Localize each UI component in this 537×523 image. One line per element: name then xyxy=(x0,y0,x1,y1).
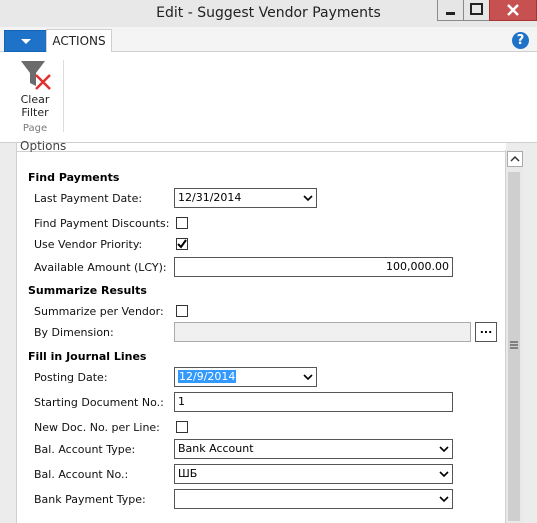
starting-document-no-label: Starting Document No.: xyxy=(34,396,164,409)
new-doc-per-line-checkbox[interactable] xyxy=(176,421,188,433)
chevron-down-icon xyxy=(439,446,449,453)
ribbon xyxy=(0,52,537,143)
bal-account-no-label: Bal. Account No.: xyxy=(34,468,129,481)
starting-document-no-field[interactable]: 1 xyxy=(174,392,453,412)
use-vendor-priority-label: Use Vendor Priority: xyxy=(34,238,143,251)
use-vendor-priority-checkbox[interactable] xyxy=(176,238,188,250)
ribbon-group-label: Page xyxy=(22,123,48,134)
options-divider xyxy=(16,151,505,152)
last-payment-date-field[interactable]: 12/31/2014 xyxy=(174,188,317,208)
last-payment-date-label: Last Payment Date: xyxy=(34,192,143,205)
ribbon-group-divider xyxy=(63,60,64,132)
chevron-down-icon xyxy=(439,496,449,503)
close-button[interactable] xyxy=(489,0,537,21)
chevron-down-icon xyxy=(303,195,313,202)
close-icon xyxy=(507,4,519,16)
by-dimension-lookup-button[interactable]: ... xyxy=(475,322,497,342)
checkmark-icon xyxy=(177,239,187,249)
bal-account-no-value: ШБ xyxy=(178,467,198,480)
summarize-per-vendor-label: Summarize per Vendor: xyxy=(34,305,164,318)
bal-account-type-label: Bal. Account Type: xyxy=(34,443,136,456)
maximize-icon xyxy=(470,3,483,15)
by-dimension-field[interactable] xyxy=(174,322,471,342)
last-payment-date-value: 12/31/2014 xyxy=(178,191,242,204)
posting-date-label: Posting Date: xyxy=(34,371,108,384)
posting-date-field[interactable]: 12/9/2014 xyxy=(174,367,317,387)
posting-date-value: 12/9/2014 xyxy=(178,370,237,383)
by-dimension-label: By Dimension: xyxy=(34,326,114,339)
chevron-down-icon xyxy=(439,471,449,478)
bank-payment-type-select[interactable] xyxy=(174,489,453,509)
minimize-button[interactable] xyxy=(437,0,464,21)
section-fill-journal-lines: Fill in Journal Lines xyxy=(28,350,147,363)
summarize-per-vendor-checkbox[interactable] xyxy=(176,305,188,317)
new-doc-per-line-label: New Doc. No. per Line: xyxy=(34,421,160,434)
section-find-payments: Find Payments xyxy=(28,171,120,184)
find-payment-discounts-checkbox[interactable] xyxy=(176,217,188,229)
minimize-icon xyxy=(446,12,455,15)
dropdown-icon xyxy=(21,39,31,44)
clear-filter-icon xyxy=(21,61,51,90)
bank-payment-type-label: Bank Payment Type: xyxy=(34,493,146,506)
bal-account-no-field[interactable]: ШБ xyxy=(174,464,453,484)
available-amount-value: 100,000.00 xyxy=(386,260,449,273)
chevron-down-icon xyxy=(303,374,313,381)
options-title: Options xyxy=(20,141,67,152)
chevron-up-icon xyxy=(510,155,520,162)
tab-actions[interactable]: ACTIONS xyxy=(46,29,112,54)
find-payment-discounts-label: Find Payment Discounts: xyxy=(34,217,170,230)
scroll-up-button[interactable] xyxy=(507,151,523,167)
clear-filter-label: Clear Filter xyxy=(20,93,50,119)
maximize-button[interactable] xyxy=(463,0,490,21)
grip-icon xyxy=(510,341,518,349)
available-amount-field[interactable]: 100,000.00 xyxy=(174,257,453,277)
section-summarize-results: Summarize Results xyxy=(28,284,147,297)
bal-account-type-select[interactable]: Bank Account xyxy=(174,439,453,459)
bal-account-type-value: Bank Account xyxy=(178,442,254,455)
application-menu-button[interactable] xyxy=(4,30,48,52)
available-amount-label: Available Amount (LCY): xyxy=(34,261,167,274)
help-icon[interactable]: ? xyxy=(512,32,529,49)
